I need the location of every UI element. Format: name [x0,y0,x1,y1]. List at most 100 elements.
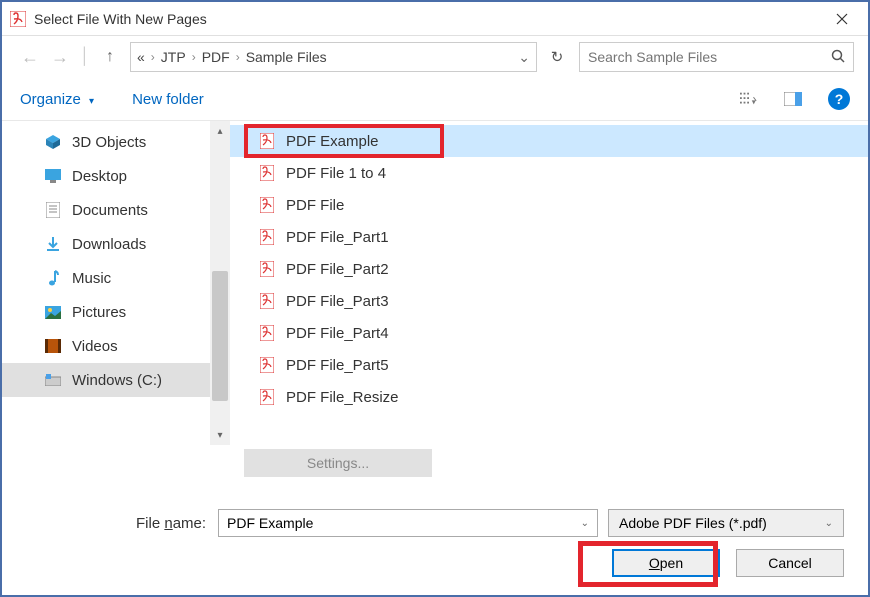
settings-row: Settings... [2,445,868,481]
downloads-icon [44,236,62,252]
3d-objects-icon [44,134,62,150]
sidebar-item-label: Videos [72,338,118,355]
pdf-file-icon [260,165,276,181]
chevron-down-icon[interactable]: ⌄ [581,518,589,529]
sidebar-item-videos[interactable]: Videos [2,329,210,363]
pdf-file-icon [260,293,276,309]
chevron-right-icon: › [151,50,155,64]
organize-menu[interactable]: Organize ▾ [20,91,94,108]
file-item[interactable]: PDF File_Part3 [230,285,868,317]
svg-text:▾: ▾ [752,97,756,106]
app-icon [10,11,26,27]
preview-pane-icon[interactable] [784,90,802,108]
sidebar-item-label: 3D Objects [72,134,146,151]
filename-input[interactable]: PDF Example ⌄ [218,509,598,537]
scroll-down-icon[interactable]: ▾ [210,425,230,445]
help-icon[interactable]: ? [828,88,850,110]
pdf-file-icon [260,389,276,405]
new-folder-button[interactable]: New folder [132,91,204,108]
chevron-down-icon: ▾ [89,96,94,107]
settings-button: Settings... [244,449,432,477]
sidebar-scrollbar[interactable]: ▴ ▾ [210,121,230,445]
nav-back-button[interactable]: ← [16,43,44,71]
pdf-file-icon [260,133,276,149]
file-item[interactable]: PDF File [230,189,868,221]
nav-forward-button[interactable]: → [46,43,74,71]
sidebar: 3D Objects Desktop Documents Downloads M… [2,121,230,445]
main-area: 3D Objects Desktop Documents Downloads M… [2,120,868,445]
pdf-file-icon [260,357,276,373]
refresh-button[interactable]: ↻ [543,43,571,71]
sidebar-item-3d-objects[interactable]: 3D Objects [2,125,210,159]
filename-value: PDF Example [227,515,313,531]
sidebar-item-desktop[interactable]: Desktop [2,159,210,193]
file-label: PDF File_Resize [286,389,399,406]
nav-separator: │ [80,48,90,66]
titlebar: Select File With New Pages [2,2,868,36]
search-icon[interactable] [831,49,845,66]
filename-label: File name: [136,515,206,532]
address-bar[interactable]: « › JTP › PDF › Sample Files ⌄ [130,42,537,72]
file-item[interactable]: PDF File_Part2 [230,253,868,285]
file-item[interactable]: PDF File_Part1 [230,221,868,253]
file-item[interactable]: PDF File 1 to 4 [230,157,868,189]
filename-label-post: ame: [173,515,206,532]
sidebar-item-label: Documents [72,202,148,219]
close-button[interactable] [820,4,864,34]
documents-icon [44,202,62,218]
music-icon [44,270,62,286]
chevron-down-icon: ⌄ [825,518,833,529]
sidebar-list: 3D Objects Desktop Documents Downloads M… [2,121,210,445]
open-underline: O [649,555,660,571]
breadcrumb-item[interactable]: PDF [202,49,230,65]
pdf-file-icon [260,197,276,213]
file-label: PDF File_Part1 [286,229,389,246]
chevron-right-icon: › [236,50,240,64]
search-box[interactable] [579,42,854,72]
file-list: PDF Example PDF File 1 to 4 PDF File PDF… [230,121,868,445]
videos-icon [44,338,62,354]
pdf-file-icon [260,229,276,245]
sidebar-item-label: Desktop [72,168,127,185]
sidebar-item-label: Pictures [72,304,126,321]
file-label: PDF Example [286,133,379,150]
file-label: PDF File 1 to 4 [286,165,386,182]
toolbar: Organize ▾ New folder ▾ ? [2,78,868,120]
nav-up-button[interactable]: ↑ [96,43,124,71]
pdf-file-icon [260,325,276,341]
file-item[interactable]: PDF File_Part4 [230,317,868,349]
filter-label: Adobe PDF Files (*.pdf) [619,515,767,531]
breadcrumb-item[interactable]: JTP [161,49,186,65]
file-item[interactable]: PDF Example [230,125,868,157]
scroll-thumb[interactable] [212,271,228,401]
organize-label: Organize [20,91,81,108]
sidebar-item-label: Music [72,270,111,287]
view-options-icon[interactable]: ▾ [740,90,758,108]
address-dropdown-icon[interactable]: ⌄ [518,49,530,66]
file-label: PDF File_Part5 [286,357,389,374]
scroll-up-icon[interactable]: ▴ [210,121,230,141]
filename-label-underline: n [164,515,172,532]
file-item[interactable]: PDF File_Resize [230,381,868,413]
pdf-file-icon [260,261,276,277]
breadcrumb-item[interactable]: Sample Files [246,49,327,65]
sidebar-item-windows-c[interactable]: Windows (C:) [2,363,210,397]
chevron-right-icon: › [192,50,196,64]
breadcrumb-prefix: « [137,49,145,65]
open-label: Open [649,555,683,571]
open-button[interactable]: Open [612,549,720,577]
file-type-filter[interactable]: Adobe PDF Files (*.pdf) ⌄ [608,509,844,537]
file-dialog: Select File With New Pages ← → │ ↑ « › J… [0,0,870,597]
sidebar-item-documents[interactable]: Documents [2,193,210,227]
open-post: pen [660,555,683,571]
button-row: Open Cancel [26,549,844,577]
file-label: PDF File_Part4 [286,325,389,342]
sidebar-item-music[interactable]: Music [2,261,210,295]
sidebar-item-pictures[interactable]: Pictures [2,295,210,329]
cancel-button[interactable]: Cancel [736,549,844,577]
file-item[interactable]: PDF File_Part5 [230,349,868,381]
window-title: Select File With New Pages [34,11,820,27]
sidebar-item-label: Windows (C:) [72,372,162,389]
search-input[interactable] [588,49,831,65]
sidebar-item-downloads[interactable]: Downloads [2,227,210,261]
